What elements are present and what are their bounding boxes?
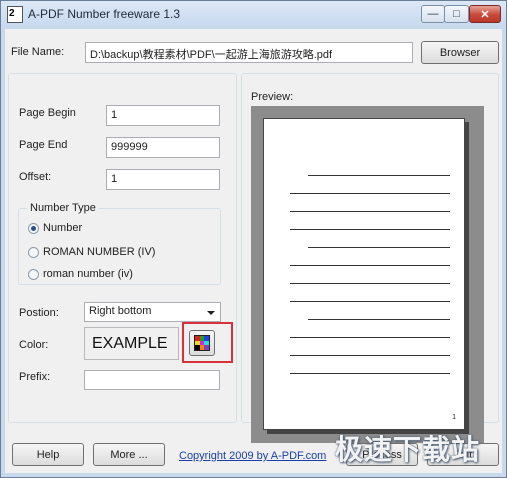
preview-text-line bbox=[290, 283, 450, 284]
preview-text-line bbox=[290, 301, 450, 302]
page-end-label: Page End bbox=[19, 139, 68, 151]
title-bar[interactable]: 2 A-PDF Number freeware 1.3 — □ ✕ bbox=[1, 1, 506, 29]
window-title: A-PDF Number freeware 1.3 bbox=[28, 7, 181, 21]
watermark: 极速下载站 bbox=[335, 433, 481, 466]
page-begin-field[interactable]: 1 bbox=[106, 105, 220, 126]
client-area: File Name: D:\backup\教程素材\PDF\一起游上海旅游攻略.… bbox=[5, 29, 502, 473]
radio-unselected-icon bbox=[28, 268, 39, 280]
palette-swatch bbox=[204, 345, 209, 350]
radio-number[interactable]: Number bbox=[28, 222, 82, 234]
maximize-icon: □ bbox=[453, 8, 460, 20]
radio-roman-lower[interactable]: roman number (iv) bbox=[28, 268, 133, 280]
preview-label: Preview: bbox=[251, 91, 294, 103]
file-name-field[interactable]: D:\backup\教程素材\PDF\一起游上海旅游攻略.pdf bbox=[85, 42, 413, 63]
prefix-field[interactable] bbox=[84, 370, 220, 390]
preview-text-line bbox=[290, 211, 450, 212]
radio-roman-upper[interactable]: ROMAN NUMBER (IV) bbox=[28, 246, 155, 258]
minimize-button[interactable]: — bbox=[421, 5, 445, 23]
preview-page-number: 1 bbox=[452, 414, 456, 421]
page-end-field[interactable]: 999999 bbox=[106, 137, 220, 158]
color-example: EXAMPLE bbox=[84, 327, 179, 360]
file-name-label: File Name: bbox=[11, 46, 65, 58]
preview-text-line bbox=[290, 373, 450, 374]
palette-icon bbox=[194, 335, 210, 351]
maximize-button[interactable]: □ bbox=[444, 5, 469, 23]
offset-label: Offset: bbox=[19, 171, 52, 183]
close-icon: ✕ bbox=[480, 8, 490, 21]
radio-roman-lower-label: roman number (iv) bbox=[43, 268, 133, 280]
more-button[interactable]: More ... bbox=[93, 443, 165, 466]
app-icon-glyph: 2 bbox=[9, 8, 15, 19]
copyright-link[interactable]: Copyright 2009 by A-PDF.com bbox=[179, 450, 326, 462]
page-begin-label: Page Begin bbox=[19, 107, 76, 119]
preview-text-line bbox=[290, 337, 450, 338]
position-label: Postion: bbox=[19, 307, 59, 319]
color-label: Color: bbox=[19, 339, 49, 351]
minimize-icon: — bbox=[427, 8, 439, 20]
color-picker-button[interactable] bbox=[189, 330, 215, 356]
preview-page: 1 bbox=[263, 118, 465, 430]
preview-text-line bbox=[290, 355, 450, 356]
app-icon[interactable]: 2 bbox=[7, 6, 23, 23]
number-type-title: Number Type bbox=[27, 202, 99, 214]
offset-field[interactable]: 1 bbox=[106, 169, 220, 190]
close-button[interactable]: ✕ bbox=[469, 5, 501, 23]
radio-number-label: Number bbox=[43, 222, 83, 234]
preview-text-line bbox=[308, 175, 450, 176]
position-value: Right bottom bbox=[89, 305, 152, 317]
radio-roman-upper-label: ROMAN NUMBER (IV) bbox=[43, 246, 156, 258]
preview-text-line bbox=[290, 193, 450, 194]
radio-unselected-icon bbox=[28, 246, 39, 258]
app-window: 2 A-PDF Number freeware 1.3 — □ ✕ File N… bbox=[0, 0, 507, 478]
preview-text-line bbox=[290, 229, 450, 230]
browse-button[interactable]: Browser bbox=[421, 41, 499, 64]
chevron-down-icon bbox=[207, 311, 215, 315]
preview-text-line bbox=[308, 319, 450, 320]
preview-text-line bbox=[308, 247, 450, 248]
radio-selected-icon bbox=[28, 222, 39, 234]
help-button[interactable]: Help bbox=[12, 443, 84, 466]
preview-text-line bbox=[290, 265, 450, 266]
prefix-label: Prefix: bbox=[19, 371, 51, 383]
position-select[interactable]: Right bottom bbox=[84, 302, 221, 322]
